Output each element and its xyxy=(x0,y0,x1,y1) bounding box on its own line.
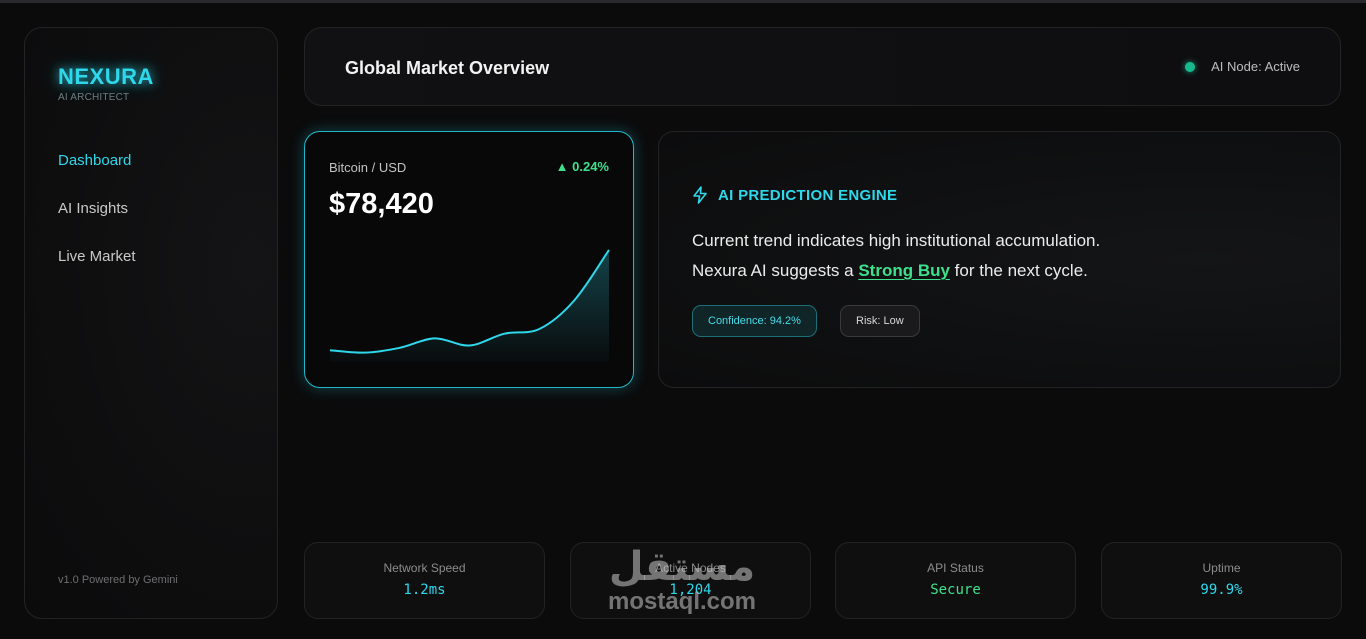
bitcoin-price: $78,420 xyxy=(329,188,434,220)
stat-card-api-status: API Status Secure xyxy=(835,542,1076,619)
page-title: Global Market Overview xyxy=(345,58,550,78)
ai-line-2-prefix: Nexura AI suggests a xyxy=(692,261,859,280)
stat-label: Uptime xyxy=(1202,561,1241,575)
stat-card-uptime: Uptime 99.9% xyxy=(1101,542,1342,619)
brand-subtitle: AI ARCHITECT xyxy=(58,92,130,103)
stat-label: API Status xyxy=(927,561,984,575)
stat-value: 1,204 xyxy=(669,582,712,598)
sidebar-item-ai-insights[interactable]: AI Insights xyxy=(58,200,136,248)
risk-badge: Risk: Low xyxy=(840,305,920,337)
brand-logo[interactable]: NEXURA AI ARCHITECT xyxy=(58,64,154,103)
sidebar-item-live-market[interactable]: Live Market xyxy=(58,248,136,296)
strong-buy-link[interactable]: Strong Buy xyxy=(858,261,950,280)
confidence-badge: Confidence: 94.2% xyxy=(692,305,817,337)
ai-prediction-line-1: Current trend indicates high institution… xyxy=(692,231,1101,250)
window-top-border xyxy=(0,0,1366,3)
ai-prediction-title-text: AI PREDICTION ENGINE xyxy=(718,186,898,204)
bitcoin-price-card[interactable]: Bitcoin / USD ▲ 0.24% $78,420 xyxy=(304,131,634,388)
stat-value: 99.9% xyxy=(1200,582,1243,598)
ai-prediction-text: Current trend indicates high institution… xyxy=(692,226,1100,286)
sidebar-footer: v1.0 Powered by Gemini xyxy=(58,574,178,586)
stat-value: 1.2ms xyxy=(403,582,446,598)
lightning-bolt-icon xyxy=(692,186,708,204)
sidebar-nav: Dashboard AI Insights Live Market xyxy=(58,152,136,296)
stat-card-network-speed: Network Speed 1.2ms xyxy=(304,542,545,619)
sidebar-item-dashboard[interactable]: Dashboard xyxy=(58,152,136,200)
stat-card-active-nodes: Active Nodes 1,204 xyxy=(570,542,811,619)
price-change-badge: ▲ 0.24% xyxy=(555,159,609,174)
stat-label: Active Nodes xyxy=(655,561,726,575)
stat-value: Secure xyxy=(930,582,981,598)
ai-node-status: AI Node: Active xyxy=(1185,59,1300,74)
stat-label: Network Speed xyxy=(383,561,466,575)
asset-pair-label: Bitcoin / USD xyxy=(329,160,407,175)
status-label: AI Node: Active xyxy=(1211,59,1300,74)
ai-prediction-title: AI PREDICTION ENGINE xyxy=(692,186,897,204)
ai-prediction-card: AI PREDICTION ENGINE Current trend indic… xyxy=(658,131,1341,388)
ai-prediction-line-2: Nexura AI suggests a Strong Buy for the … xyxy=(692,256,1100,286)
ai-line-2-suffix: for the next cycle. xyxy=(949,261,1088,280)
brand-name: NEXURA xyxy=(58,64,154,89)
sidebar: NEXURA AI ARCHITECT Dashboard AI Insight… xyxy=(24,27,278,619)
status-dot-icon xyxy=(1185,61,1196,72)
header-bar: Global Market Overview AI Node: Active xyxy=(304,27,1341,106)
